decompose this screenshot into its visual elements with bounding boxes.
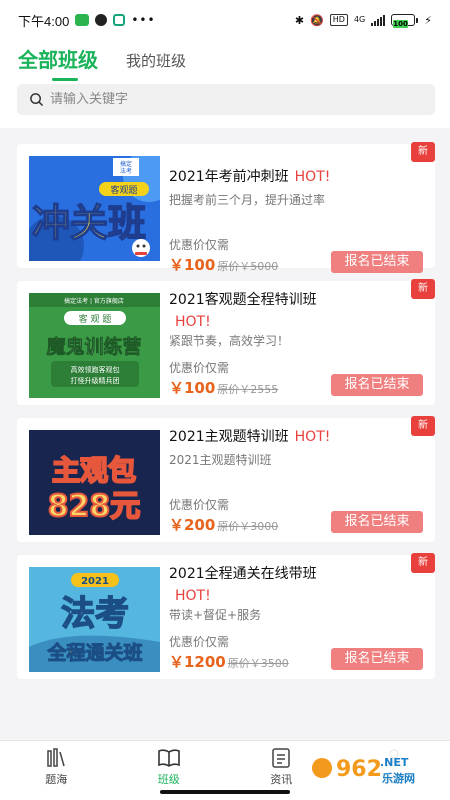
svg-text:法考: 法考 [120, 167, 132, 175]
price-label: 优惠价仅需 [169, 498, 230, 512]
price: ￥100 原价￥2555 [169, 377, 278, 398]
svg-text:搞定: 搞定 [120, 160, 132, 168]
battery-icon: 100 [391, 14, 419, 28]
bar-chart-icon [47, 748, 65, 767]
hot-label: HOT! [175, 314, 211, 330]
svg-text:客观题: 客观题 [110, 184, 137, 196]
svg-text:魔鬼训练营: 魔鬼训练营 [46, 335, 141, 358]
class-subtitle: 带读+督促+服务 [169, 608, 262, 622]
bluetooth-icon: ✱ [294, 13, 305, 27]
hot-label: HOT! [175, 588, 211, 604]
class-title: 2021全程通关在线带班 HOT! [169, 563, 409, 607]
status-bar: 下午4:00 ••• ✱ 🔕 HD 4G 100 ⚡ [0, 0, 450, 40]
site-watermark: 962 .NET 乐游网 [308, 746, 442, 790]
price-label: 优惠价仅需 [169, 635, 230, 649]
home-indicator[interactable] [160, 790, 290, 794]
class-subtitle: 把握考前三个月，提升通过率 [169, 193, 326, 207]
registration-closed-button[interactable]: 报名已结束 [331, 511, 423, 533]
open-book-icon [157, 749, 180, 767]
hot-label: HOT! [294, 429, 331, 445]
new-badge: 新 [411, 416, 435, 436]
class-subtitle: 紧跟节奏，高效学习！ [169, 334, 290, 348]
class-card[interactable]: 2021 法考 全程通关班 新 2021全程通关在线带班 HOT! 带读+督促+… [17, 553, 435, 679]
svg-text:打怪升级精兵团: 打怪升级精兵团 [71, 376, 120, 385]
wechat-notification-icon [75, 14, 90, 26]
registration-closed-button[interactable]: 报名已结束 [331, 374, 423, 396]
nav-label: 班级 [157, 773, 180, 786]
qq-notification-icon [95, 14, 108, 26]
svg-text:828元: 828元 [48, 489, 141, 524]
document-icon [272, 748, 290, 768]
tab-my-classes[interactable]: 我的班级 [126, 50, 186, 81]
price-label: 优惠价仅需 [169, 238, 230, 252]
hot-label: HOT! [294, 169, 331, 185]
original-price: 原价￥2555 [217, 383, 279, 396]
watermark-caption: 乐游网 [382, 771, 415, 785]
price-label: 优惠价仅需 [169, 361, 230, 375]
svg-text:主观包: 主观包 [52, 454, 136, 487]
status-time: 下午4:00 [18, 13, 70, 29]
class-thumbnail: 主观包 828元 [29, 430, 160, 535]
class-card[interactable]: 搞定 法考 客观题 冲关班 新 2021年考前冲刺班 HOT! 把握考前三个月，提… [17, 142, 435, 274]
svg-text:高效领跑客观包: 高效领跑客观包 [71, 365, 120, 374]
price-value: ￥1200 [169, 653, 226, 671]
svg-text:客 观 题: 客 观 题 [79, 313, 112, 325]
class-subtitle: 2021主观题特训班 [169, 453, 272, 467]
watermark-suffix: .NET [380, 756, 409, 769]
mute-icon: 🔕 [310, 13, 324, 27]
class-title-text: 2021客观题全程特训班 [169, 292, 317, 308]
price-value: ￥100 [169, 256, 216, 274]
svg-text:2021: 2021 [81, 576, 109, 587]
new-badge: 新 [411, 142, 435, 162]
price: ￥200 原价￥3000 [169, 514, 278, 535]
nav-label: 资讯 [270, 773, 293, 786]
new-badge: 新 [411, 553, 435, 573]
app-notification-icon [113, 14, 126, 26]
price-value: ￥100 [169, 379, 216, 397]
price: ￥100 原价￥5000 [169, 254, 278, 275]
search-bar[interactable] [17, 84, 435, 115]
svg-text:冲关班: 冲关班 [32, 201, 146, 245]
more-notifications-icon: ••• [131, 13, 156, 27]
price-value: ￥200 [169, 516, 216, 534]
class-title-text: 2021主观题特训班 [169, 429, 289, 445]
class-thumbnail: 2021 法考 全程通关班 [29, 567, 160, 672]
nav-item-question-bank[interactable]: 题海 [0, 741, 113, 800]
class-title-text: 2021全程通关在线带班 [169, 566, 317, 582]
svg-text:法考: 法考 [61, 594, 129, 634]
hd-icon: HD [329, 14, 348, 26]
original-price: 原价￥3000 [217, 520, 279, 533]
class-title-text: 2021年考前冲刺班 [169, 169, 289, 185]
charging-icon: ⚡ [424, 13, 432, 27]
svg-text:搞定法考 | 官方旗舰店: 搞定法考 | 官方旗舰店 [64, 297, 124, 305]
registration-closed-button[interactable]: 报名已结束 [331, 648, 423, 670]
original-price: 原价￥3500 [227, 657, 289, 670]
network-type: 4G [353, 15, 366, 24]
signal-icon [371, 14, 386, 26]
class-title: 2021客观题全程特训班 HOT! [169, 289, 409, 333]
battery-level: 100 [393, 20, 408, 28]
new-badge: 新 [411, 279, 435, 299]
class-thumbnail: 搞定法考 | 官方旗舰店 客 观 题 魔鬼训练营 高效领跑客观包 打怪升级精兵团 [29, 293, 160, 398]
nav-label: 题海 [45, 773, 68, 786]
class-title: 2021主观题特训班 HOT! [169, 426, 409, 448]
svg-text:全程通关班: 全程通关班 [46, 641, 142, 664]
class-card[interactable]: 主观包 828元 新 2021主观题特训班 HOT! 2021主观题特训班 优惠价… [17, 416, 435, 542]
original-price: 原价￥5000 [217, 260, 279, 273]
class-thumbnail: 搞定 法考 客观题 冲关班 [29, 156, 160, 261]
search-input[interactable] [50, 92, 410, 107]
registration-closed-button[interactable]: 报名已结束 [331, 251, 423, 273]
class-list: 搞定 法考 客观题 冲关班 新 2021年考前冲刺班 HOT! 把握考前三个月，提… [0, 128, 450, 740]
class-title: 2021年考前冲刺班 HOT! [169, 166, 409, 188]
search-icon [30, 93, 43, 106]
watermark-brand: 962 [336, 757, 382, 782]
price: ￥1200 原价￥3500 [169, 651, 289, 672]
class-card[interactable]: 搞定法考 | 官方旗舰店 客 观 题 魔鬼训练营 高效领跑客观包 打怪升级精兵团… [17, 279, 435, 405]
tab-all-classes[interactable]: 全部班级 [18, 44, 98, 81]
class-tabs: 全部班级 我的班级 [18, 44, 186, 81]
